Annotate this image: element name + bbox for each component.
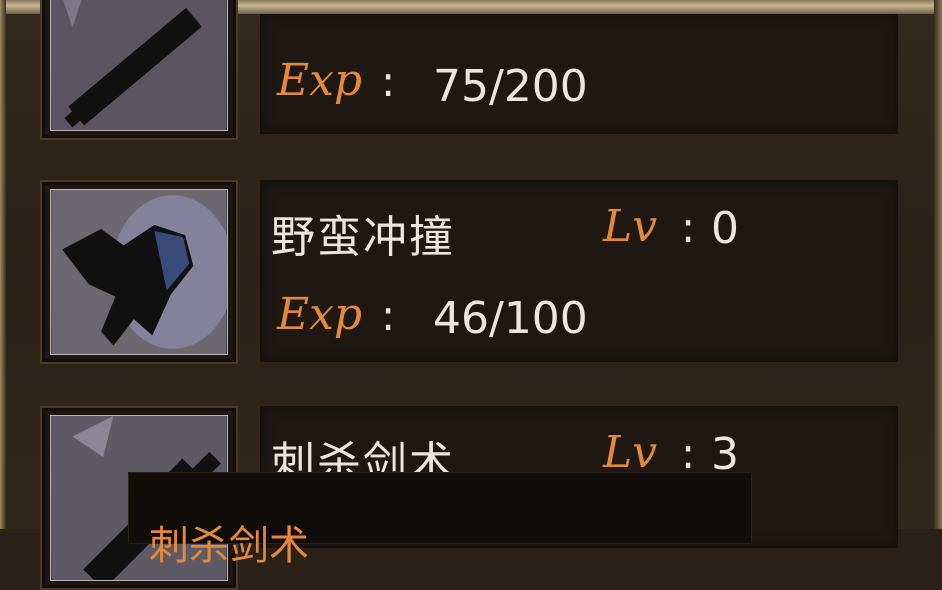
lv-label: Lv [603, 201, 658, 252]
exp-value: 75/200 [433, 61, 588, 112]
skill-name: 野蛮冲撞 [271, 212, 455, 263]
panel-frame-left [0, 0, 6, 529]
lv-colon: : [681, 429, 696, 478]
tooltip-title: 刺杀剑术 [149, 523, 309, 569]
skill-icon-slot[interactable] [40, 0, 238, 140]
skill-info: 野蛮冲撞 Lv : 0 Exp : 46/100 [260, 180, 898, 362]
lv-value: 0 [711, 203, 739, 254]
skill-icon-slot[interactable] [40, 180, 238, 364]
panel-frame-right [934, 0, 942, 529]
exp-colon: : [381, 291, 396, 340]
sword-icon [50, 0, 228, 131]
exp-value: 46/100 [433, 293, 588, 344]
skill-info: Exp : 75/200 [260, 14, 898, 134]
lv-colon: : [681, 203, 696, 252]
exp-colon: : [381, 57, 396, 106]
skill-tooltip: 刺杀剑术 [128, 472, 752, 569]
lv-label: Lv [603, 427, 658, 478]
exp-label: Exp [277, 289, 363, 340]
charge-icon [50, 189, 228, 355]
exp-label: Exp [277, 55, 363, 106]
